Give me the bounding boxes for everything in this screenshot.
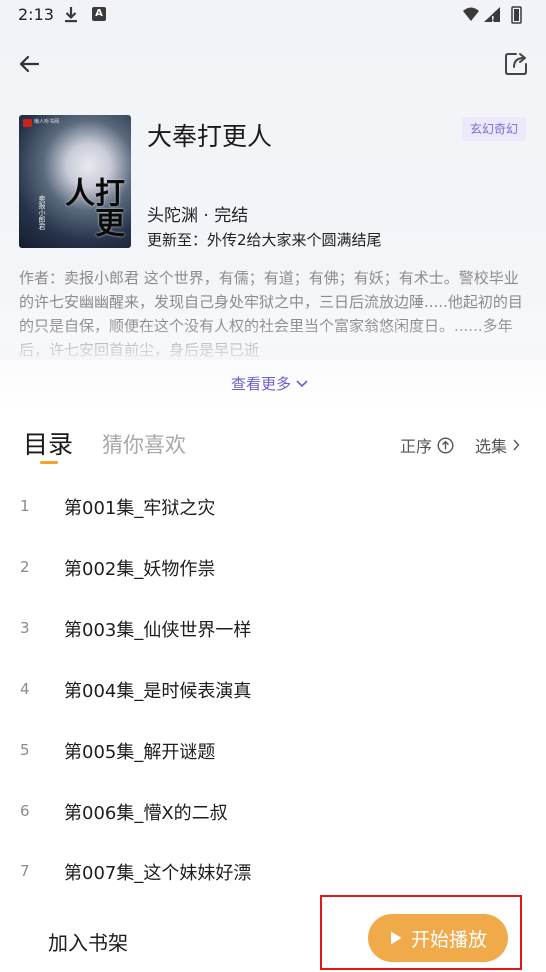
arrow-up-circle-icon — [437, 436, 454, 454]
tab-active-indicator — [40, 461, 58, 464]
author-status: 头陀渊 · 完结 — [147, 206, 249, 226]
sort-order-button[interactable]: 正序 — [400, 433, 454, 457]
episode-row[interactable]: 6 第006集_懵X的二叔 — [0, 802, 546, 862]
tab-catalog[interactable]: 目录 — [23, 425, 73, 461]
wifi-icon — [463, 7, 479, 21]
select-episodes-button[interactable]: 选集 — [475, 433, 520, 457]
update-status: 更新至：外传2给大家来个圆满结尾 — [147, 231, 382, 249]
episode-number: 7 — [20, 862, 30, 880]
system-status-icons: ! — [463, 6, 522, 24]
cover-author-text: 卖报小郎君 — [38, 195, 46, 230]
start-play-button[interactable]: 开始播放 — [368, 914, 508, 962]
episode-title: 第003集_仙侠世界一样 — [64, 620, 252, 641]
episode-row[interactable]: 7 第007集_这个妹妹好漂 — [0, 862, 546, 898]
book-cover-image[interactable]: 懒人听书网 卖报小郎君 打更人 — [19, 115, 131, 248]
description-fade — [0, 322, 546, 360]
download-icon — [65, 7, 77, 23]
episode-number: 2 — [20, 558, 30, 576]
svg-text:!: ! — [491, 15, 495, 24]
episode-title: 第007集_这个妹妹好漂 — [64, 863, 252, 884]
cover-title-text: 打更人 — [59, 177, 124, 237]
share-icon[interactable] — [502, 48, 532, 78]
episode-title: 第002集_妖物作祟 — [64, 559, 216, 580]
see-more-label: 查看更多 — [231, 375, 292, 393]
back-arrow-icon[interactable] — [14, 48, 46, 80]
episode-title: 第006集_懵X的二叔 — [64, 803, 228, 824]
episode-row[interactable]: 1 第001集_牢狱之灾 — [0, 497, 546, 557]
episode-title: 第005集_解开谜题 — [64, 742, 216, 763]
tab-guess-you-like[interactable]: 猜你喜欢 — [102, 429, 186, 459]
cover-publisher-text: 懒人听书网 — [34, 119, 60, 125]
episode-title: 第001集_牢狱之灾 — [64, 498, 216, 519]
episode-row[interactable]: 5 第005集_解开谜题 — [0, 741, 546, 801]
episode-number: 6 — [20, 802, 30, 820]
episode-row[interactable]: 4 第004集_是时候表演真 — [0, 680, 546, 740]
app-a-icon: A — [92, 7, 106, 21]
publisher-logo-icon — [23, 119, 32, 127]
episode-row[interactable]: 2 第002集_妖物作祟 — [0, 558, 546, 618]
start-play-label: 开始播放 — [410, 928, 487, 951]
add-to-shelf-button[interactable]: 加入书架 — [48, 927, 128, 956]
see-more-link[interactable]: 查看更多 — [231, 373, 309, 394]
episode-number: 3 — [20, 619, 30, 637]
chevron-right-icon — [513, 439, 520, 451]
episode-number: 1 — [20, 497, 30, 515]
select-label: 选集 — [475, 437, 508, 456]
sort-label: 正序 — [400, 437, 433, 456]
episode-number: 5 — [20, 741, 30, 759]
genre-badge[interactable]: 玄幻奇幻 — [462, 117, 526, 141]
episode-title: 第004集_是时候表演真 — [64, 681, 252, 702]
play-icon — [390, 931, 402, 945]
episode-number: 4 — [20, 680, 30, 698]
status-time: 2:13 — [18, 5, 54, 24]
episode-row[interactable]: 3 第003集_仙侠世界一样 — [0, 619, 546, 679]
status-bar: 2:13 A ! — [0, 0, 546, 32]
book-title: 大奉打更人 — [147, 122, 273, 151]
chevron-down-icon — [296, 379, 308, 387]
